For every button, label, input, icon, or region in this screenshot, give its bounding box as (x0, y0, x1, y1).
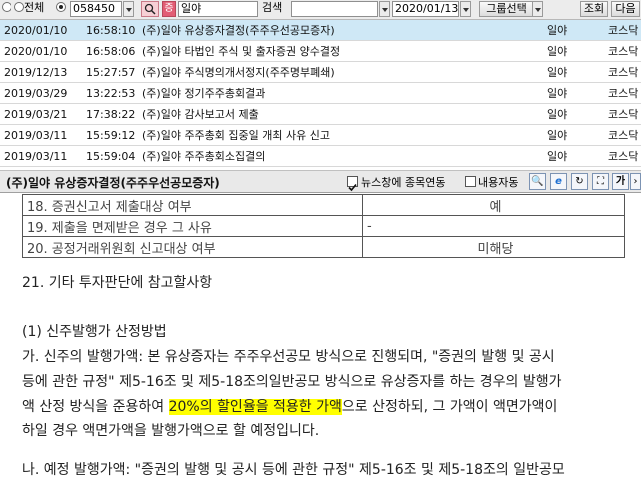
news-company-cell: 일야 (543, 145, 604, 167)
disclosure-label: 18. 증권신고서 제출대상 여부 (22, 194, 363, 216)
news-company-cell: 일야 (543, 61, 604, 83)
radio-all-label: 전체 (24, 1, 45, 14)
news-company-cell: 일야 (543, 103, 604, 125)
news-market-cell: 코스닥 (604, 20, 641, 41)
news-title-cell: (주)일야 타법인 주식 및 출자증권 양수결정 (138, 40, 543, 62)
section-title: 21. 기타 투자판단에 참고할사항 (22, 275, 213, 291)
news-date-cell: 2019/12/13 (0, 61, 82, 83)
search-stock-button[interactable] (141, 1, 159, 17)
refresh-icon[interactable]: ↻ (571, 173, 588, 190)
para-a-line2: 등에 관한 규정" 제5-16조 및 제5-18조의일반공모 방식으로 유상증자… (22, 374, 562, 390)
lookup-button[interactable]: 조회 (580, 1, 608, 17)
disclosure-row: 19. 제출을 면제받은 경우 그 사유 - (22, 215, 625, 237)
stock-code-input[interactable]: 058450 (70, 1, 122, 17)
stock-name-field[interactable]: 일야 (178, 1, 258, 17)
highlighted-text: 20%의 할인율을 적용한 가액 (168, 399, 342, 415)
disclosure-value: 예 (362, 194, 625, 216)
radio-all[interactable]: 전체 (14, 1, 50, 17)
news-date-cell: 2019/03/21 (0, 103, 82, 125)
keyword-dropdown-icon[interactable] (379, 1, 390, 17)
para-a-line3-pre: 액 산정 방식을 준용하여 (22, 399, 169, 415)
zoom-icon[interactable]: 🔍 (529, 173, 546, 190)
disclosure-value: 미해당 (362, 236, 625, 258)
news-row[interactable]: 2019/03/21 17:38:22 (주)일야 감사보고서 제출 일야 코스닥 (0, 103, 641, 125)
news-time-cell: 15:59:04 (82, 145, 138, 167)
news-time-cell: 15:59:12 (82, 124, 138, 146)
news-time-cell: 17:38:22 (82, 103, 138, 125)
date-dropdown-icon[interactable] (460, 1, 471, 17)
news-company-cell: 일야 (543, 82, 604, 104)
news-company-cell: 일야 (543, 124, 604, 146)
news-date-cell: 2019/03/11 (0, 145, 82, 167)
para-a-line3: 액 산정 방식을 준용하여 20%의 할인율을 적용한 가액으로 산정하되, 그… (22, 396, 557, 416)
group-select-button[interactable]: 그룹선택 (479, 1, 534, 17)
news-title-cell: (주)일야 주식명의개서정지(주주명부폐쇄) (138, 61, 543, 83)
news-date-cell: 2019/03/11 (0, 124, 82, 146)
content-auto-checkbox[interactable] (465, 176, 476, 187)
news-title-cell: (주)일야 유상증자결정(주주우선공모증자) (138, 20, 543, 41)
news-time-cell: 16:58:06 (82, 40, 138, 62)
news-date-cell: 2019/03/29 (0, 82, 82, 104)
disclosure-row: 18. 증권신고서 제출대상 여부 예 (22, 194, 625, 216)
disclosure-value: - (362, 215, 625, 237)
detail-header: (주)일야 유상증자결정(주주우선공모증자) 뉴스창에 종목연동 내용자동 🔍 … (0, 170, 641, 193)
browser-icon[interactable]: e (550, 173, 567, 190)
document-viewer: 18. 증권신고서 제출대상 여부 예 19. 제출을 면제받은 경우 그 사유 -2… (0, 194, 641, 489)
news-title-cell: (주)일야 감사보고서 제출 (138, 103, 543, 125)
date-input[interactable]: 2020/01/13 (392, 1, 459, 17)
news-row[interactable]: 2020/01/10 16:58:06 (주)일야 타법인 주식 및 출자증권 양수… (0, 40, 641, 62)
news-market-cell: 코스닥 (604, 103, 641, 125)
news-date-cell: 2020/01/10 (0, 40, 82, 62)
radio-all-button[interactable] (14, 2, 24, 12)
news-time-cell: 13:22:53 (82, 82, 138, 104)
news-row[interactable]: 2019/03/11 15:59:04 (주)일야 주주총회소집결의 일야 코스닥 (0, 145, 641, 167)
news-market-cell: 코스닥 (604, 82, 641, 104)
disclosure-label: 20. 공정거래위원회 신고대상 여부 (22, 236, 363, 258)
news-time-cell: 15:27:57 (82, 61, 138, 83)
check-icon (348, 183, 357, 192)
badge-icon: 증 (162, 1, 176, 17)
news-company-cell: 일야 (543, 20, 604, 41)
radio-unselected[interactable] (2, 1, 11, 17)
para-a-line4: 하일 경우 액면가액을 발행가액으로 할 예정입니다. (22, 423, 320, 439)
para-a-line1: 가. 신주의 발행가액: 본 유상증자는 주주우선공모 방식으로 진행되며, "… (22, 349, 555, 365)
radio-code[interactable] (56, 1, 67, 17)
search-icon (144, 3, 156, 15)
news-link-label: 뉴스창에 종목연동 (361, 176, 446, 189)
more-icon[interactable]: › (630, 173, 641, 190)
news-row[interactable]: 2020/01/10 16:58:10 (주)일야 유상증자결정(주주우선공모증자)… (0, 20, 641, 41)
para-b-line1: 나. 예정 발행가액: "증권의 발행 및 공시 등에 관한 규정" 제5-16… (22, 462, 565, 478)
news-title-cell: (주)일야 주주총회소집결의 (138, 145, 543, 167)
news-title-cell: (주)일야 정기주주총회결과 (138, 82, 543, 104)
sub-title: (1) 신주발행가 산정방법 (22, 324, 167, 340)
detail-title: (주)일야 유상증자결정(주주우선공모증자) (6, 176, 220, 190)
group-select-dropdown-icon[interactable] (532, 1, 543, 17)
news-title-cell: (주)일야 주주총회 집중일 개최 사유 신고 (138, 124, 543, 146)
para-a-line3-post: 으로 산정하되, 그 가액이 액면가액이 (341, 399, 558, 415)
news-row[interactable]: 2019/03/29 13:22:53 (주)일야 정기주주총회결과 일야 코스닥 (0, 82, 641, 104)
news-company-cell: 일야 (543, 40, 604, 62)
content-auto-label: 내용자동 (478, 176, 519, 189)
fullscreen-icon[interactable]: ⛶ (592, 173, 609, 190)
top-toolbar: 전체 058450 증 일야 검색 2020/01/13 그룹선택 조회 다음 (0, 0, 641, 20)
news-market-cell: 코스닥 (604, 145, 641, 167)
news-time-cell: 16:58:10 (82, 20, 138, 41)
next-button[interactable]: 다음 (611, 1, 640, 17)
news-date-cell: 2020/01/10 (0, 20, 82, 41)
news-row[interactable]: 2019/03/11 15:59:12 (주)일야 주주총회 집중일 개최 사유 신… (0, 124, 641, 146)
news-market-cell: 코스닥 (604, 40, 641, 62)
font-size-icon[interactable]: 가 (612, 173, 629, 190)
disclosure-label: 19. 제출을 면제받은 경우 그 사유 (22, 215, 363, 237)
disclosure-table: 18. 증권신고서 제출대상 여부 예 19. 제출을 면제받은 경우 그 사유 -2… (22, 194, 625, 258)
news-market-cell: 코스닥 (604, 124, 641, 146)
search-label: 검색 (262, 1, 283, 14)
news-link-checkbox[interactable] (347, 176, 358, 192)
keyword-input[interactable] (291, 1, 378, 17)
news-row[interactable]: 2019/12/13 15:27:57 (주)일야 주식명의개서정지(주주명부폐쇄)… (0, 61, 641, 83)
news-market-cell: 코스닥 (604, 61, 641, 83)
news-list: 2020/01/10 16:58:10 (주)일야 유상증자결정(주주우선공모증자)… (0, 20, 641, 169)
disclosure-row: 20. 공정거래위원회 신고대상 여부 미해당 (22, 236, 625, 258)
stock-code-dropdown-icon[interactable] (123, 1, 134, 17)
